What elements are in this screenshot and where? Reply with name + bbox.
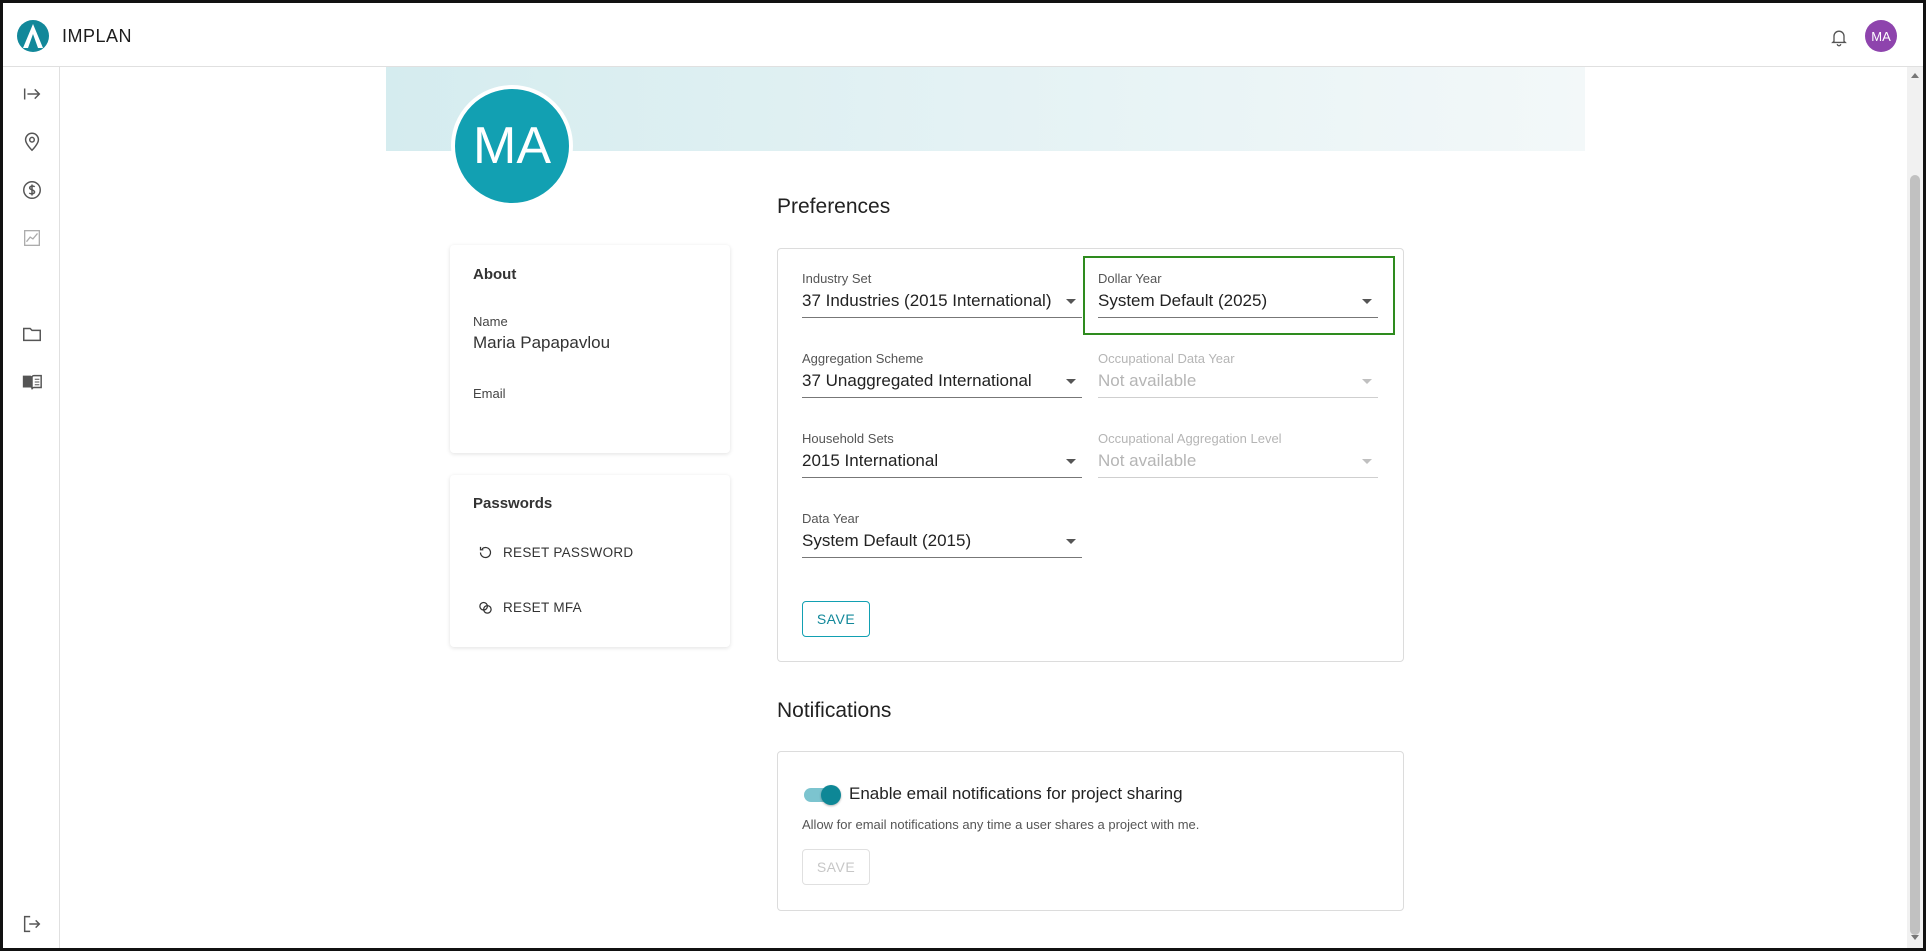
data-year-select[interactable]: Data Year System Default (2015): [802, 511, 1082, 559]
top-bar: IMPLAN MA: [3, 3, 1923, 67]
email-notifications-toggle[interactable]: [802, 783, 842, 805]
chevron-down-icon: [1066, 539, 1076, 544]
chevron-down-icon: [1066, 459, 1076, 464]
folder-icon[interactable]: [21, 323, 43, 345]
save-preferences-button[interactable]: SAVE: [802, 601, 870, 637]
preferences-title: Preferences: [777, 195, 891, 218]
aggregation-scheme-select[interactable]: Aggregation Scheme 37 Unaggregated Inter…: [802, 351, 1082, 399]
location-icon[interactable]: [21, 131, 43, 153]
occupational-aggregation-level-label: Occupational Aggregation Level: [1098, 431, 1282, 446]
household-sets-value: 2015 International: [802, 451, 939, 470]
occupational-data-year-label: Occupational Data Year: [1098, 351, 1235, 366]
page-scrollbar[interactable]: [1907, 67, 1923, 948]
scroll-down-arrow-icon[interactable]: [1911, 935, 1919, 940]
household-sets-label: Household Sets: [802, 431, 894, 446]
scroll-thumb[interactable]: [1910, 175, 1920, 935]
industry-set-value: 37 Industries (2015 International): [802, 291, 1052, 310]
book-icon[interactable]: [21, 371, 43, 393]
reset-mfa-label: RESET MFA: [503, 600, 582, 615]
toggle-label: Enable email notifications for project s…: [849, 784, 1183, 803]
notifications-title: Notifications: [777, 699, 892, 722]
name-value: Maria Papapavlou: [473, 333, 611, 352]
dollar-icon[interactable]: [21, 179, 43, 201]
brand-name: IMPLAN: [62, 26, 133, 46]
chart-icon[interactable]: [21, 227, 43, 249]
chevron-down-icon: [1066, 299, 1076, 304]
sidebar-nav: [3, 67, 60, 948]
logout-icon[interactable]: [21, 913, 43, 935]
passwords-title: Passwords: [473, 495, 553, 512]
user-avatar[interactable]: MA: [1865, 20, 1897, 52]
about-card: About Name Maria Papapavlou Email: [450, 245, 730, 453]
save-notifications-button: SAVE: [802, 849, 870, 885]
email-label: Email: [473, 386, 506, 401]
implan-logo-icon[interactable]: [17, 20, 49, 52]
data-year-label: Data Year: [802, 511, 860, 526]
chevron-down-icon: [1362, 379, 1372, 384]
occupational-aggregation-level-select: Occupational Aggregation Level Not avail…: [1098, 431, 1378, 479]
notifications-bell-icon[interactable]: [1829, 27, 1849, 47]
aggregation-scheme-label: Aggregation Scheme: [802, 351, 924, 366]
passwords-card: Passwords RESET PASSWORD RESET MFA: [450, 475, 730, 647]
reset-password-label: RESET PASSWORD: [503, 545, 634, 560]
reset-icon: [479, 546, 492, 559]
occupational-data-year-select: Occupational Data Year Not available: [1098, 351, 1378, 399]
industry-set-label: Industry Set: [802, 271, 872, 286]
notifications-description: Allow for email notifications any time a…: [802, 817, 1200, 832]
reset-mfa-button[interactable]: RESET MFA: [478, 600, 582, 615]
expand-icon[interactable]: [21, 83, 43, 105]
chevron-down-icon: [1362, 459, 1372, 464]
scroll-up-arrow-icon[interactable]: [1911, 73, 1919, 78]
occupational-data-year-value: Not available: [1098, 371, 1197, 390]
mfa-icon: [479, 601, 492, 614]
about-title: About: [473, 266, 517, 283]
profile-avatar: MA: [451, 85, 573, 207]
occupational-aggregation-level-value: Not available: [1098, 451, 1197, 470]
focus-highlight-box: [1083, 256, 1395, 335]
household-sets-select[interactable]: Household Sets 2015 International: [802, 431, 1082, 479]
data-year-value: System Default (2015): [802, 531, 972, 550]
chevron-down-icon: [1066, 379, 1076, 384]
aggregation-scheme-value: 37 Unaggregated International: [802, 371, 1032, 390]
reset-password-button[interactable]: RESET PASSWORD: [478, 545, 633, 560]
name-label: Name: [473, 314, 508, 329]
industry-set-select[interactable]: Industry Set 37 Industries (2015 Interna…: [802, 271, 1082, 319]
